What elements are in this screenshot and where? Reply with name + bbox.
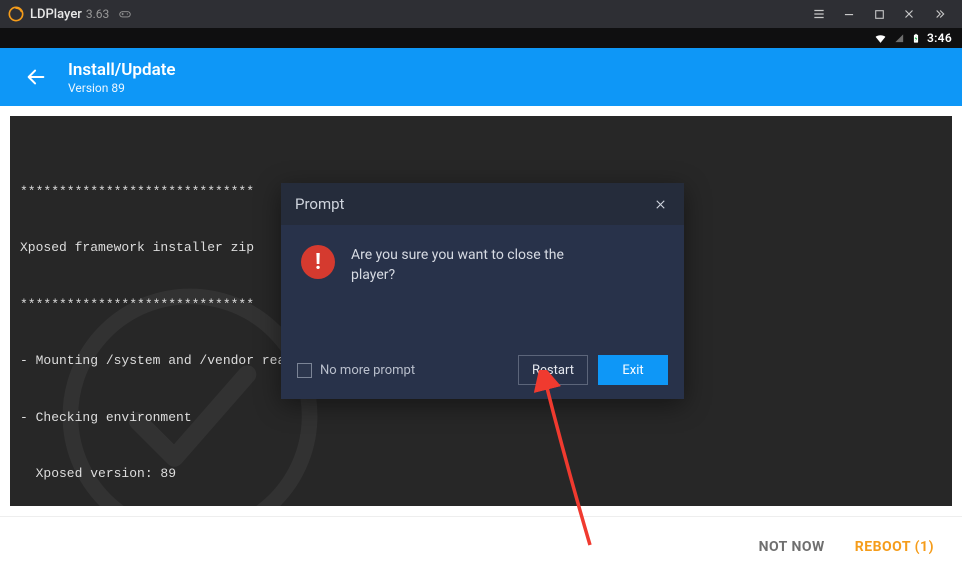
terminal-line: - Checking environment <box>20 409 942 428</box>
restart-button[interactable]: Restart <box>518 355 588 385</box>
dialog-header: Prompt <box>281 183 684 225</box>
checkbox-icon <box>297 363 312 378</box>
page-title: Install/Update <box>68 60 176 80</box>
back-button[interactable] <box>16 57 56 97</box>
menu-icon[interactable] <box>804 0 834 28</box>
window-titlebar: LDPlayer 3.63 <box>0 0 962 28</box>
battery-charging-icon <box>911 31 921 46</box>
dialog-footer: No more prompt Restart Exit <box>281 341 684 399</box>
minimize-button[interactable] <box>834 0 864 28</box>
app-name: LDPlayer <box>30 7 82 22</box>
close-button[interactable] <box>894 0 924 28</box>
status-clock: 3:46 <box>927 31 952 45</box>
terminal-line: Xposed version: 89 <box>20 465 942 484</box>
footer-actions: NOT NOW REBOOT (1) <box>0 516 962 576</box>
prompt-dialog: Prompt ! Are you sure you want to close … <box>281 183 684 399</box>
checkbox-label: No more prompt <box>320 363 415 378</box>
gamepad-icon <box>117 7 133 21</box>
exclamation-icon: ! <box>301 245 335 279</box>
dialog-body: ! Are you sure you want to close the pla… <box>281 225 684 341</box>
no-more-prompt-checkbox[interactable]: No more prompt <box>297 363 415 378</box>
ldplayer-logo-icon <box>8 6 24 22</box>
more-button[interactable] <box>924 0 954 28</box>
app-version: 3.63 <box>86 7 109 21</box>
android-status-bar: 3:46 <box>0 28 962 48</box>
app-header: Install/Update Version 89 <box>0 48 962 106</box>
maximize-button[interactable] <box>864 0 894 28</box>
dialog-message: Are you sure you want to close the playe… <box>351 245 611 286</box>
signal-icon <box>894 32 905 45</box>
exit-button[interactable]: Exit <box>598 355 668 385</box>
not-now-button[interactable]: NOT NOW <box>759 539 825 555</box>
page-subtitle: Version 89 <box>68 81 176 95</box>
reboot-button[interactable]: REBOOT (1) <box>855 539 934 555</box>
wifi-icon <box>873 32 888 45</box>
dialog-close-button[interactable] <box>650 194 670 214</box>
dialog-title: Prompt <box>295 195 344 213</box>
